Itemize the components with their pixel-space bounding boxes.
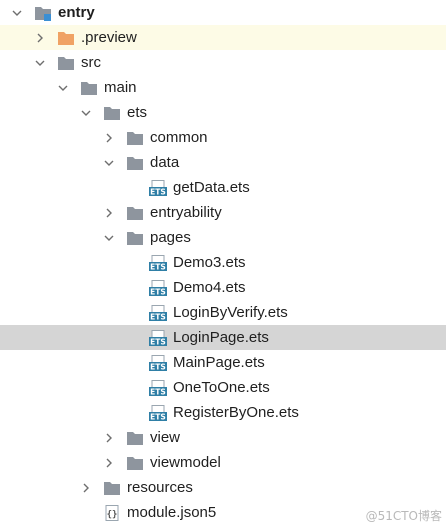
tree-label: viewmodel — [150, 454, 221, 471]
tree-label: getData.ets — [173, 179, 250, 196]
tree-label: RegisterByOne.ets — [173, 404, 299, 421]
chevron-right-icon[interactable] — [35, 33, 45, 43]
tree-label: entry — [58, 4, 95, 21]
ets-file-icon — [149, 305, 167, 321]
tree-row-resources[interactable]: resources — [0, 475, 446, 500]
ets-file-icon — [149, 180, 167, 196]
tree-row-viewmodel[interactable]: viewmodel — [0, 450, 446, 475]
folder-icon — [126, 155, 144, 171]
tree-label: LoginPage.ets — [173, 329, 269, 346]
tree-row-src[interactable]: src — [0, 50, 446, 75]
excluded-folder-icon — [57, 30, 75, 46]
tree-label: pages — [150, 229, 191, 246]
tree-label: resources — [127, 479, 193, 496]
tree-label: module.json5 — [127, 504, 217, 521]
tree-row-loginbyverify[interactable]: LoginByVerify.ets — [0, 300, 446, 325]
tree-row-common[interactable]: common — [0, 125, 446, 150]
tree-row-entry[interactable]: entry — [0, 0, 446, 25]
folder-icon — [80, 80, 98, 96]
module-folder-icon — [34, 5, 52, 21]
tree-label: common — [150, 129, 208, 146]
tree-label: view — [150, 429, 181, 446]
chevron-down-icon[interactable] — [104, 158, 114, 168]
chevron-right-icon[interactable] — [104, 458, 114, 468]
ets-file-icon — [149, 380, 167, 396]
tree-label: LoginByVerify.ets — [173, 304, 288, 321]
tree-row-ets[interactable]: ets — [0, 100, 446, 125]
tree-row-main[interactable]: main — [0, 75, 446, 100]
folder-icon — [126, 230, 144, 246]
ets-file-icon — [149, 255, 167, 271]
tree-row-demo3[interactable]: Demo3.ets — [0, 250, 446, 275]
tree-label: data — [150, 154, 180, 171]
tree-row-mainpage[interactable]: MainPage.ets — [0, 350, 446, 375]
tree-label: src — [81, 54, 101, 71]
folder-icon — [126, 130, 144, 146]
chevron-right-icon[interactable] — [104, 133, 114, 143]
folder-icon — [103, 480, 121, 496]
project-tree: entry .preview src main ets common data — [0, 0, 446, 525]
chevron-down-icon[interactable] — [104, 233, 114, 243]
tree-row-data[interactable]: data — [0, 150, 446, 175]
tree-row-getdata[interactable]: getData.ets — [0, 175, 446, 200]
ets-file-icon — [149, 405, 167, 421]
tree-row-entryability[interactable]: entryability — [0, 200, 446, 225]
tree-label: main — [104, 79, 137, 96]
folder-icon — [126, 455, 144, 471]
folder-icon — [126, 205, 144, 221]
chevron-right-icon[interactable] — [81, 483, 91, 493]
json5-file-icon — [103, 505, 121, 521]
tree-label: MainPage.ets — [173, 354, 265, 371]
tree-label: Demo3.ets — [173, 254, 246, 271]
tree-row-registerbyone[interactable]: RegisterByOne.ets — [0, 400, 446, 425]
tree-label: Demo4.ets — [173, 279, 246, 296]
chevron-down-icon[interactable] — [12, 8, 22, 18]
tree-row-preview[interactable]: .preview — [0, 25, 446, 50]
tree-row-loginpage[interactable]: LoginPage.ets — [0, 325, 446, 350]
tree-label: .preview — [81, 29, 137, 46]
chevron-down-icon[interactable] — [81, 108, 91, 118]
tree-row-onetoone[interactable]: OneToOne.ets — [0, 375, 446, 400]
tree-label: entryability — [150, 204, 222, 221]
ets-file-icon — [149, 355, 167, 371]
chevron-down-icon[interactable] — [35, 58, 45, 68]
chevron-down-icon[interactable] — [58, 83, 68, 93]
ets-file-icon — [149, 330, 167, 346]
ets-file-icon — [149, 280, 167, 296]
tree-label: ets — [127, 104, 148, 121]
tree-label: OneToOne.ets — [173, 379, 270, 396]
tree-row-demo4[interactable]: Demo4.ets — [0, 275, 446, 300]
watermark: @51CTO博客 — [365, 509, 442, 523]
tree-row-view[interactable]: view — [0, 425, 446, 450]
tree-row-pages[interactable]: pages — [0, 225, 446, 250]
chevron-right-icon[interactable] — [104, 208, 114, 218]
chevron-right-icon[interactable] — [104, 433, 114, 443]
folder-icon — [57, 55, 75, 71]
folder-icon — [126, 430, 144, 446]
folder-icon — [103, 105, 121, 121]
